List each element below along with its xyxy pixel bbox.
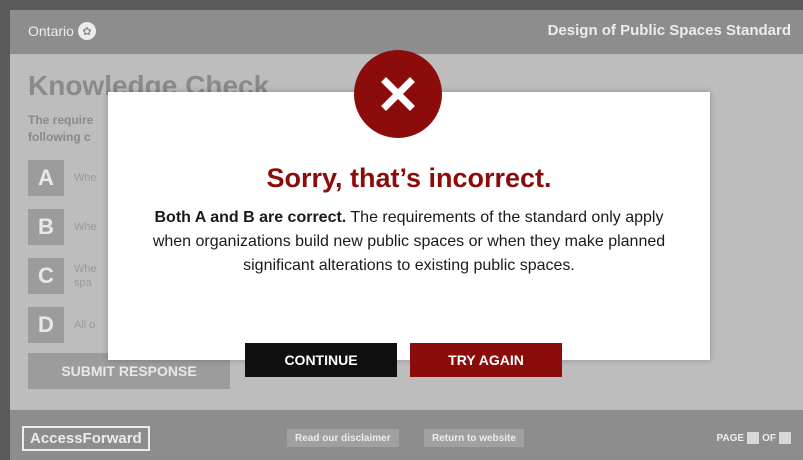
- option-text: Whe: [74, 221, 97, 233]
- option-text: All o: [74, 319, 96, 331]
- option-text: Whe spa: [74, 263, 97, 289]
- current-page-box: [747, 432, 760, 444]
- page-indicator: PAGE OF: [716, 432, 791, 444]
- footer-bar: AccessForward Read our disclaimer Return…: [10, 410, 803, 460]
- option-letter: C: [28, 258, 64, 294]
- try-again-button[interactable]: TRY AGAIN: [410, 343, 562, 377]
- top-bar: Ontario ✿ Design of Public Spaces Standa…: [10, 10, 803, 54]
- brand-label: Ontario: [28, 23, 74, 39]
- page-label: PAGE: [716, 432, 745, 444]
- continue-button[interactable]: CONTINUE: [245, 343, 397, 377]
- feedback-headline: Sorry, that’s incorrect.: [266, 163, 552, 193]
- option-letter: B: [28, 209, 64, 245]
- close-x-icon: [354, 50, 442, 138]
- feedback-bold: Both A and B are correct.: [154, 209, 347, 226]
- return-to-website-button[interactable]: Return to website: [424, 429, 524, 447]
- option-text: Whe: [74, 172, 97, 184]
- course-title: Design of Public Spaces Standard: [547, 22, 791, 39]
- ontario-logo: Ontario ✿: [28, 22, 96, 40]
- option-letter: D: [28, 307, 64, 343]
- feedback-text: Both A and B are correct. The requiremen…: [140, 206, 678, 278]
- total-pages-box: [779, 432, 791, 444]
- ontario-trillium-icon: ✿: [77, 22, 96, 40]
- disclaimer-button[interactable]: Read our disclaimer: [287, 429, 399, 447]
- accessforward-logo: AccessForward: [22, 426, 150, 451]
- option-letter: A: [28, 160, 64, 196]
- of-label: OF: [762, 432, 776, 444]
